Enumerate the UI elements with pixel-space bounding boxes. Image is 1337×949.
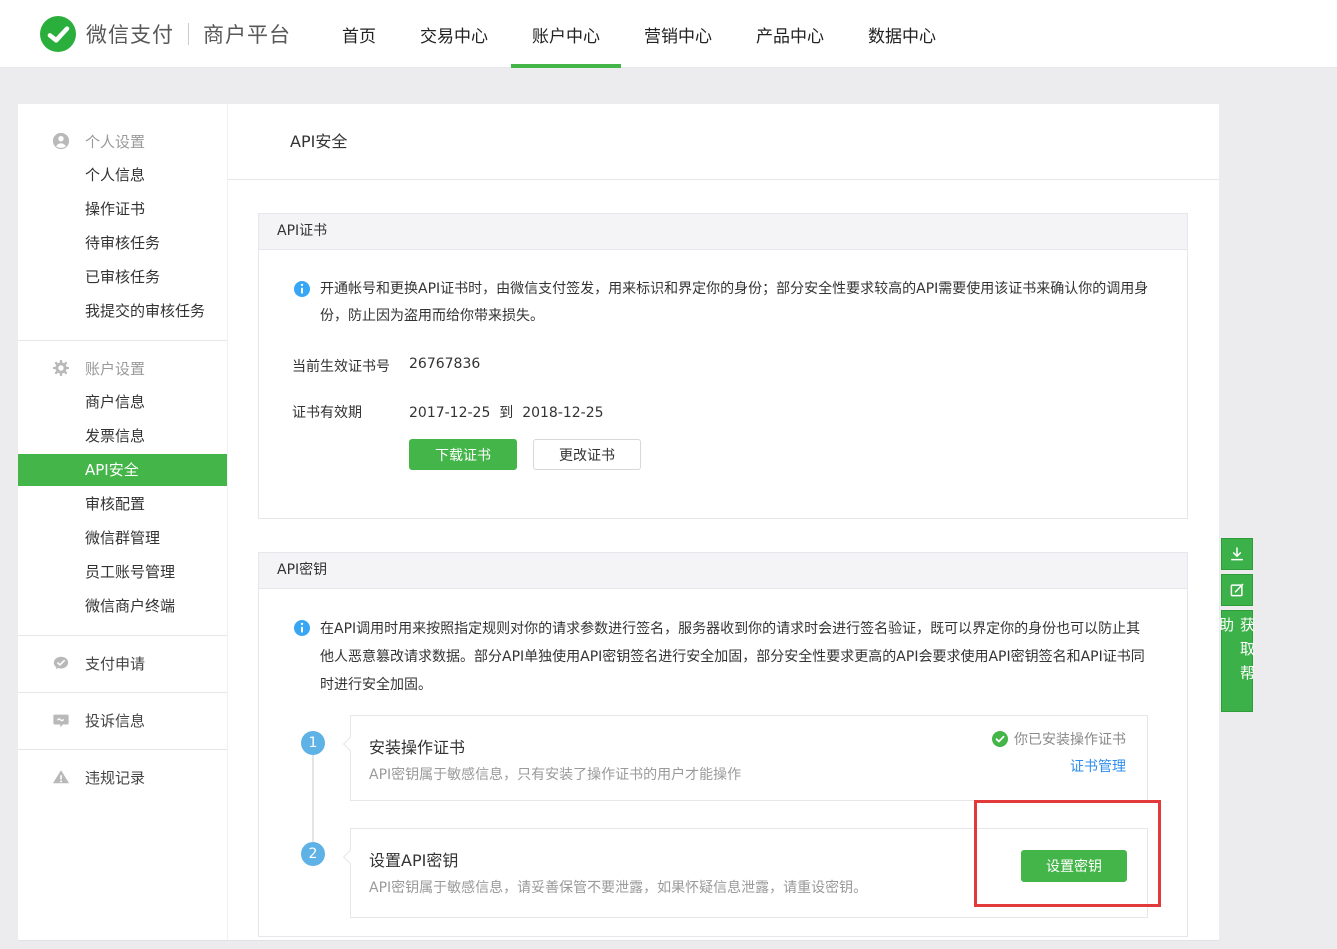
api-cert-info-text: 开通帐号和更换API证书时，由微信支付签发，用来标识和界定你的身份；部分安全性要… (320, 276, 1149, 330)
sidebar-item-1-2[interactable]: API安全 (18, 454, 227, 486)
sidebar-section-1: 账户设置商户信息发票信息API安全审核配置微信群管理员工账号管理微信商户终端 (18, 340, 227, 635)
step-2-badge: 2 (301, 842, 325, 866)
check-circle-icon (992, 731, 1008, 747)
brand-portal: 商户平台 (203, 19, 291, 49)
step-1-notch (343, 737, 357, 751)
step-2-title: 设置API密钥 (369, 847, 458, 871)
feedback-help-button[interactable] (1221, 574, 1253, 606)
sidebar-section-0: 个人设置个人信息操作证书待审核任务已审核任务我提交的审核任务 (18, 104, 227, 340)
edit-icon (1228, 581, 1246, 599)
cert-validity-value: 2017-12-25 到 2018-12-25 (409, 402, 604, 422)
step-1-status: 你已安装操作证书 (992, 729, 1126, 749)
content-card: 个人设置个人信息操作证书待审核任务已审核任务我提交的审核任务账户设置商户信息发票… (18, 104, 1219, 941)
sidebar-section-label: 支付申请 (85, 653, 145, 674)
nav-item-2[interactable]: 账户中心 (532, 0, 600, 68)
get-help-button[interactable]: 获取帮助 (1221, 610, 1253, 712)
sidebar-item-1-6[interactable]: 微信商户终端 (18, 589, 227, 623)
to-text: 到 (499, 405, 513, 421)
warning-icon (52, 768, 70, 786)
step-1-badge: 1 (301, 731, 325, 755)
nav-item-5[interactable]: 数据中心 (868, 0, 936, 68)
step-2-desc: API密钥属于敏感信息，请妥善保管不要泄露，如果怀疑信息泄露，请重设密钥。 (369, 877, 867, 897)
sidebar-item-0-4[interactable]: 我提交的审核任务 (18, 294, 227, 328)
valid-to: 2018-12-25 (522, 405, 603, 421)
sidebar: 个人设置个人信息操作证书待审核任务已审核任务我提交的审核任务账户设置商户信息发票… (18, 104, 228, 940)
step-2-box: 设置API密钥 API密钥属于敏感信息，请妥善保管不要泄露，如果怀疑信息泄露，请… (350, 828, 1148, 918)
sidebar-item-1-3[interactable]: 审核配置 (18, 487, 227, 521)
sidebar-item-0-0[interactable]: 个人信息 (18, 158, 227, 192)
help-widget: 获取帮助 (1221, 538, 1253, 716)
wechat-pay-logo-icon (40, 16, 76, 52)
info-icon (294, 281, 310, 297)
step-2-notch (343, 850, 357, 864)
page-background: 个人设置个人信息操作证书待审核任务已审核任务我提交的审核任务账户设置商户信息发票… (0, 68, 1337, 949)
comment-icon (52, 711, 70, 729)
nav-item-1[interactable]: 交易中心 (420, 0, 488, 68)
nav-item-4[interactable]: 产品中心 (756, 0, 824, 68)
sidebar-item-0-3[interactable]: 已审核任务 (18, 260, 227, 294)
sidebar-section-label: 违规记录 (85, 767, 145, 788)
nav-item-3[interactable]: 营销中心 (644, 0, 712, 68)
sidebar-section-label: 投诉信息 (85, 710, 145, 731)
sidebar-section-header-1: 账户设置 (18, 351, 227, 385)
sidebar-section-header-0: 个人设置 (18, 124, 227, 158)
sidebar-item-1-4[interactable]: 微信群管理 (18, 521, 227, 555)
brand-divider (188, 23, 189, 45)
cert-no-label: 当前生效证书号 (292, 356, 409, 376)
user-icon (52, 132, 70, 150)
api-cert-panel-title: API证书 (259, 214, 1187, 250)
step-connector-line (312, 755, 314, 842)
sidebar-item-1-0[interactable]: 商户信息 (18, 385, 227, 419)
sidebar-item-1-5[interactable]: 员工账号管理 (18, 555, 227, 589)
sidebar-section-label: 账户设置 (85, 358, 145, 379)
nav-item-0[interactable]: 首页 (342, 0, 376, 68)
api-key-info-text: 在API调用时用来按照指定规则对你的请求参数进行签名，服务器收到你的请求时会进行… (320, 615, 1149, 699)
step-1-desc: API密钥属于敏感信息，只有安装了操作证书的用户才能操作 (369, 764, 741, 784)
page-title: API安全 (228, 104, 1219, 180)
download-icon (1228, 545, 1246, 563)
sidebar-section-header-4[interactable]: 违规记录 (18, 760, 227, 794)
api-cert-panel: API证书 开通帐号和更换API证书时，由微信支付签发，用来标识和界定你的身份；… (258, 213, 1188, 519)
sidebar-section-3: 投诉信息 (18, 692, 227, 749)
brand-name: 微信支付 (86, 19, 174, 49)
sidebar-section-header-3[interactable]: 投诉信息 (18, 703, 227, 737)
step-1-box: 安装操作证书 API密钥属于敏感信息，只有安装了操作证书的用户才能操作 你已安装… (350, 715, 1148, 801)
sidebar-section-2: 支付申请 (18, 635, 227, 692)
top-header: 微信支付 商户平台 首页交易中心账户中心营销中心产品中心数据中心 (0, 0, 1337, 68)
sidebar-item-0-1[interactable]: 操作证书 (18, 192, 227, 226)
sidebar-item-0-2[interactable]: 待审核任务 (18, 226, 227, 260)
main-nav: 首页交易中心账户中心营销中心产品中心数据中心 (342, 0, 936, 68)
sidebar-section-4: 违规记录 (18, 749, 227, 806)
cert-validity-label: 证书有效期 (292, 402, 409, 422)
download-cert-button[interactable]: 下载证书 (409, 439, 517, 470)
gear-icon (52, 359, 70, 377)
api-key-panel-title: API密钥 (259, 553, 1187, 589)
download-help-button[interactable] (1221, 538, 1253, 570)
valid-from: 2017-12-25 (409, 405, 490, 421)
set-api-key-button[interactable]: 设置密钥 (1021, 850, 1127, 882)
brand: 微信支付 商户平台 (40, 16, 291, 52)
api-key-panel: API密钥 在API调用时用来按照指定规则对你的请求参数进行签名，服务器收到你的… (258, 552, 1188, 937)
step-1-title: 安装操作证书 (369, 734, 465, 758)
sidebar-item-1-1[interactable]: 发票信息 (18, 419, 227, 453)
step-1-status-text: 你已安装操作证书 (1014, 729, 1126, 749)
main-content: API安全 API证书 开通帐号和更换API证书时，由微信支付签发，用来标识和界… (228, 104, 1219, 940)
sidebar-section-label: 个人设置 (85, 131, 145, 152)
wechat-bubble-icon (52, 654, 70, 672)
cert-manage-link[interactable]: 证书管理 (1070, 756, 1126, 776)
cert-no-value: 26767836 (409, 356, 480, 376)
change-cert-button[interactable]: 更改证书 (533, 439, 641, 470)
info-icon (294, 620, 310, 636)
get-help-label: 获取帮助 (1216, 611, 1258, 711)
sidebar-section-header-2[interactable]: 支付申请 (18, 646, 227, 680)
